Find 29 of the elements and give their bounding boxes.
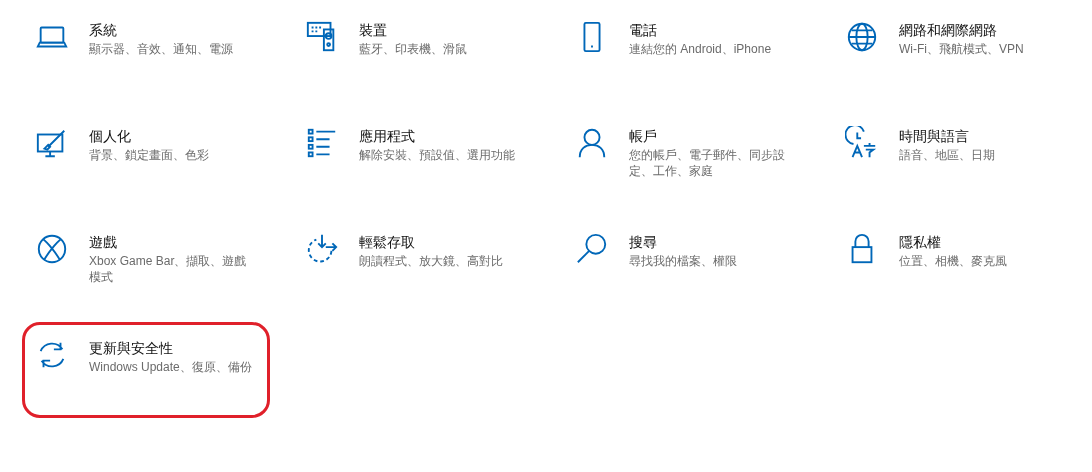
category-title[interactable]: 輕鬆存取: [359, 232, 415, 252]
category-description: 解除安裝、預設值、選用功能: [359, 147, 515, 163]
category-description: 顯示器、音效、通知、電源: [89, 41, 233, 57]
category-description: Windows Update、復原、備份: [89, 359, 252, 375]
category-description: 位置、相機、麥克風: [899, 253, 1007, 269]
category-description: Xbox Game Bar、擷取、遊戲模式: [89, 253, 248, 285]
category-description: 尋找我的檔案、權限: [629, 253, 737, 269]
category-description: 藍牙、印表機、滑鼠: [359, 41, 467, 57]
category-title[interactable]: 搜尋: [629, 232, 657, 252]
category-description: 您的帳戶、電子郵件、同步設定、工作、家庭: [629, 147, 786, 179]
category-description: 朗讀程式、放大鏡、高對比: [359, 253, 503, 269]
globe-icon: [845, 20, 879, 54]
category-title[interactable]: 遊戲: [89, 232, 117, 252]
search-icon: [575, 232, 609, 266]
category-description: Wi-Fi、飛航模式、VPN: [899, 41, 1024, 57]
category-description: 語音、地區、日期: [899, 147, 995, 163]
category-title[interactable]: 隱私權: [899, 232, 941, 252]
category-title[interactable]: 更新與安全性: [89, 338, 173, 358]
category-description: 背景、鎖定畫面、色彩: [89, 147, 209, 163]
category-title[interactable]: 網路和網際網路: [899, 20, 997, 40]
category-title[interactable]: 系統: [89, 20, 117, 40]
category-title[interactable]: 電話: [629, 20, 657, 40]
category-title[interactable]: 帳戶: [629, 126, 657, 146]
category-title[interactable]: 時間與語言: [899, 126, 969, 146]
category-title[interactable]: 應用程式: [359, 126, 415, 146]
category-title[interactable]: 裝置: [359, 20, 387, 40]
category-description: 連結您的 Android、iPhone: [629, 41, 772, 57]
xbox-icon: [35, 232, 69, 266]
category-title[interactable]: 個人化: [89, 126, 131, 146]
